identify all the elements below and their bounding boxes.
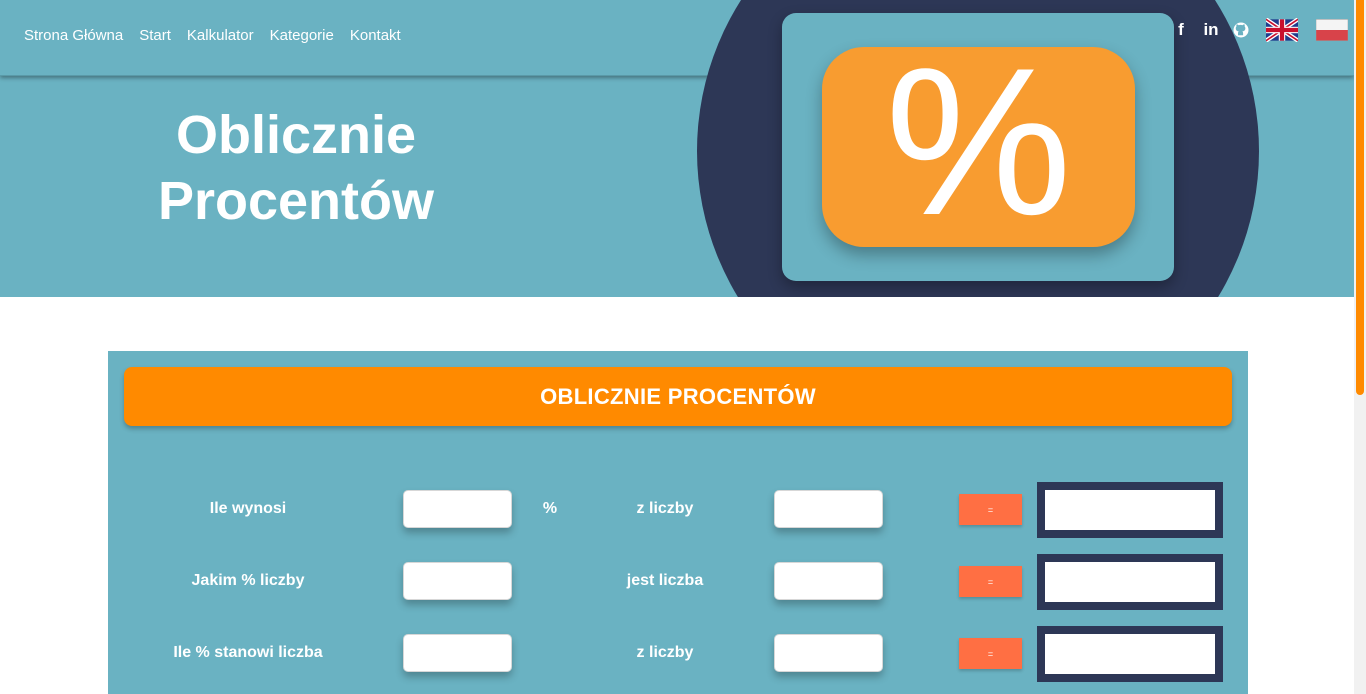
- calculator-panel: OBLICZNIE PROCENTÓW Ile wynosi % z liczb…: [108, 351, 1248, 694]
- social-links: f in: [1172, 18, 1348, 42]
- calc-row-3: Ile % stanowi liczba z liczby =: [108, 626, 1248, 682]
- row-label-a: Jakim % liczby: [191, 572, 305, 589]
- linkedin-icon[interactable]: in: [1202, 20, 1220, 40]
- uk-flag-icon[interactable]: [1266, 18, 1298, 42]
- calculate-button[interactable]: =: [959, 494, 1022, 525]
- percent-card: %: [782, 13, 1174, 281]
- nav-link-home[interactable]: Strona Główna: [24, 27, 123, 44]
- nav-link-contact[interactable]: Kontakt: [350, 27, 401, 44]
- percent-input[interactable]: [403, 490, 512, 528]
- number-input-b[interactable]: [774, 634, 883, 672]
- result-box: [1037, 482, 1223, 538]
- percent-sign: %: [542, 500, 558, 517]
- hero-title-line2: Procentów: [157, 171, 435, 231]
- nav-links: Strona Główna Start Kalkulator Kategorie…: [24, 27, 401, 44]
- scrollbar-thumb[interactable]: [1356, 0, 1364, 395]
- number-input[interactable]: [774, 490, 883, 528]
- hero-title-line1: Oblicznie: [175, 105, 417, 165]
- hero-section: Strona Główna Start Kalkulator Kategorie…: [0, 0, 1354, 297]
- calc-row-2: Jakim % liczby jest liczba =: [108, 554, 1248, 610]
- nav-link-start[interactable]: Start: [139, 27, 171, 44]
- row-label-b: z liczby: [636, 644, 694, 661]
- nav-link-calculator[interactable]: Kalkulator: [187, 27, 254, 44]
- row-label-a: Ile wynosi: [209, 500, 287, 517]
- nav-link-categories[interactable]: Kategorie: [270, 27, 334, 44]
- pl-flag-icon[interactable]: [1316, 18, 1348, 42]
- row-label-a: Ile % stanowi liczba: [173, 644, 323, 661]
- percent-badge: %: [822, 37, 1135, 247]
- github-icon[interactable]: [1232, 21, 1250, 39]
- row-label-b: jest liczba: [626, 572, 704, 589]
- hero-title: Oblicznie Procentów: [130, 102, 462, 234]
- page-scrollbar[interactable]: [1354, 0, 1366, 694]
- calculate-button[interactable]: =: [959, 566, 1022, 597]
- number-input-b[interactable]: [774, 562, 883, 600]
- number-input-a[interactable]: [403, 634, 512, 672]
- calculator-header: OBLICZNIE PROCENTÓW: [124, 367, 1232, 426]
- result-box: [1037, 554, 1223, 610]
- result-field[interactable]: [1045, 562, 1215, 602]
- number-input-a[interactable]: [403, 562, 512, 600]
- result-field[interactable]: [1045, 634, 1215, 674]
- percent-icon: %: [885, 24, 1072, 259]
- row-label-b: z liczby: [636, 500, 694, 517]
- calculate-button[interactable]: =: [959, 638, 1022, 669]
- calc-row-1: Ile wynosi % z liczby =: [108, 482, 1248, 538]
- result-box: [1037, 626, 1223, 682]
- facebook-icon[interactable]: f: [1172, 20, 1190, 40]
- result-field[interactable]: [1045, 490, 1215, 530]
